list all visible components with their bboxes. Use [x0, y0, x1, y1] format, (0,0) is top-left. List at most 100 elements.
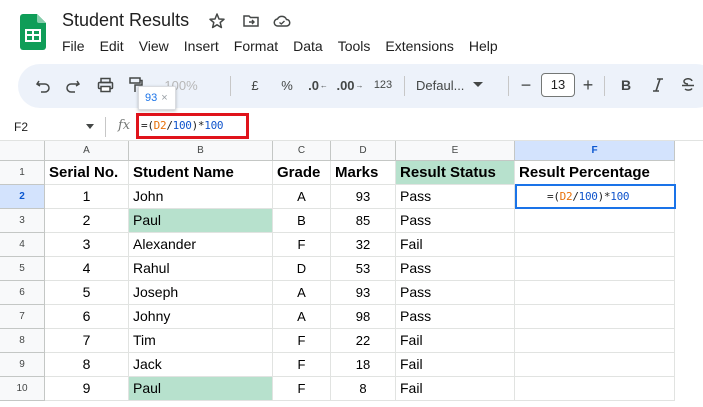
- menu-help[interactable]: Help: [469, 38, 498, 56]
- table-cell[interactable]: Fail: [396, 353, 515, 377]
- print-icon[interactable]: [94, 74, 116, 96]
- table-cell[interactable]: A: [273, 305, 331, 329]
- table-cell[interactable]: Pass: [396, 305, 515, 329]
- table-cell[interactable]: [515, 329, 675, 353]
- table-cell[interactable]: Rahul: [129, 257, 273, 281]
- increase-decimal-button[interactable]: .00 →: [336, 74, 364, 96]
- table-cell[interactable]: F: [273, 353, 331, 377]
- table-cell[interactable]: Fail: [396, 377, 515, 401]
- column-header-d[interactable]: D: [331, 141, 396, 161]
- table-cell[interactable]: [515, 281, 675, 305]
- table-cell[interactable]: [515, 353, 675, 377]
- row-header[interactable]: 10: [0, 377, 45, 401]
- star-icon[interactable]: [208, 12, 226, 30]
- more-formats-button[interactable]: 123: [370, 74, 396, 96]
- menu-insert[interactable]: Insert: [184, 38, 219, 56]
- undo-icon[interactable]: [32, 74, 54, 96]
- menu-data[interactable]: Data: [293, 38, 323, 56]
- table-cell[interactable]: F: [273, 329, 331, 353]
- table-cell[interactable]: 93: [331, 281, 396, 305]
- table-cell[interactable]: 4: [45, 257, 129, 281]
- font-size-input[interactable]: 13: [541, 73, 575, 97]
- table-cell[interactable]: Alexander: [129, 233, 273, 257]
- table-cell[interactable]: [515, 209, 675, 233]
- italic-icon[interactable]: [648, 74, 668, 96]
- column-title-cell[interactable]: Serial No.: [45, 161, 129, 185]
- table-cell[interactable]: Johny: [129, 305, 273, 329]
- column-title-cell[interactable]: Grade: [273, 161, 331, 185]
- table-cell[interactable]: Pass: [396, 185, 515, 209]
- menu-edit[interactable]: Edit: [100, 38, 124, 56]
- table-cell[interactable]: Fail: [396, 233, 515, 257]
- menu-extensions[interactable]: Extensions: [385, 38, 453, 56]
- row-header[interactable]: 2: [0, 185, 45, 209]
- table-cell[interactable]: 98: [331, 305, 396, 329]
- table-cell[interactable]: Pass: [396, 257, 515, 281]
- formula-input[interactable]: =(D2/100)*100: [141, 119, 224, 132]
- row-header[interactable]: 8: [0, 329, 45, 353]
- row-header[interactable]: 1: [0, 161, 45, 185]
- table-cell[interactable]: [515, 305, 675, 329]
- menu-tools[interactable]: Tools: [338, 38, 371, 56]
- row-header[interactable]: 9: [0, 353, 45, 377]
- table-cell[interactable]: 6: [45, 305, 129, 329]
- table-cell[interactable]: 85: [331, 209, 396, 233]
- row-header[interactable]: 4: [0, 233, 45, 257]
- menu-view[interactable]: View: [139, 38, 169, 56]
- table-cell[interactable]: Paul: [129, 377, 273, 401]
- table-cell[interactable]: Pass: [396, 209, 515, 233]
- cloud-saved-icon[interactable]: [273, 12, 291, 30]
- table-cell[interactable]: [515, 257, 675, 281]
- table-cell[interactable]: 7: [45, 329, 129, 353]
- table-cell[interactable]: Paul: [129, 209, 273, 233]
- move-folder-icon[interactable]: [242, 12, 260, 30]
- column-title-cell[interactable]: Marks: [331, 161, 396, 185]
- strikethrough-icon[interactable]: [678, 74, 698, 96]
- in-cell-formula[interactable]: =(D2/100)*100: [547, 190, 630, 203]
- decrease-font-size-button[interactable]: −: [516, 74, 536, 96]
- name-box[interactable]: F2: [14, 120, 28, 134]
- menu-file[interactable]: File: [62, 38, 85, 56]
- table-cell[interactable]: B: [273, 209, 331, 233]
- table-cell[interactable]: 32: [331, 233, 396, 257]
- column-header-c[interactable]: C: [273, 141, 331, 161]
- decrease-decimal-button[interactable]: .0 ←: [306, 74, 330, 96]
- row-header[interactable]: 6: [0, 281, 45, 305]
- currency-format-button[interactable]: £: [244, 74, 266, 96]
- table-cell[interactable]: 93: [331, 185, 396, 209]
- font-family-select[interactable]: Defaul...: [416, 74, 500, 96]
- menu-format[interactable]: Format: [234, 38, 278, 56]
- table-cell[interactable]: 22: [331, 329, 396, 353]
- table-cell[interactable]: John: [129, 185, 273, 209]
- table-cell[interactable]: 2: [45, 209, 129, 233]
- table-cell[interactable]: 8: [45, 353, 129, 377]
- column-title-cell[interactable]: Result Status: [396, 161, 515, 185]
- document-title[interactable]: Student Results: [62, 10, 189, 31]
- sheets-logo-icon[interactable]: [20, 14, 46, 50]
- table-cell[interactable]: [515, 377, 675, 401]
- name-box-dropdown-icon[interactable]: [86, 124, 94, 129]
- column-header-a[interactable]: A: [45, 141, 129, 161]
- table-cell[interactable]: F: [273, 233, 331, 257]
- column-header-e[interactable]: E: [396, 141, 515, 161]
- table-cell[interactable]: [515, 233, 675, 257]
- percent-format-button[interactable]: %: [276, 74, 298, 96]
- table-cell[interactable]: A: [273, 281, 331, 305]
- table-cell[interactable]: Joseph: [129, 281, 273, 305]
- table-cell[interactable]: Jack: [129, 353, 273, 377]
- column-header-b[interactable]: B: [129, 141, 273, 161]
- table-cell[interactable]: A: [273, 185, 331, 209]
- increase-font-size-button[interactable]: +: [578, 74, 598, 96]
- table-cell[interactable]: 53: [331, 257, 396, 281]
- table-cell[interactable]: 1: [45, 185, 129, 209]
- table-cell[interactable]: 9: [45, 377, 129, 401]
- table-cell[interactable]: 5: [45, 281, 129, 305]
- column-title-cell[interactable]: Result Percentage: [515, 161, 675, 185]
- table-cell[interactable]: Pass: [396, 281, 515, 305]
- column-title-cell[interactable]: Student Name: [129, 161, 273, 185]
- row-header[interactable]: 3: [0, 209, 45, 233]
- bold-button[interactable]: B: [616, 74, 636, 96]
- table-cell[interactable]: F: [273, 377, 331, 401]
- select-all-corner[interactable]: [0, 141, 45, 161]
- column-header-f[interactable]: F: [515, 141, 675, 161]
